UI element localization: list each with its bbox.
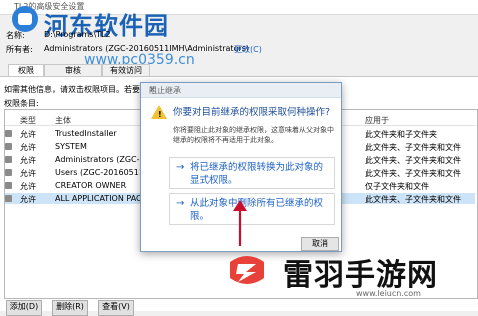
row-type: 允许 <box>20 169 36 178</box>
row-type: 允许 <box>20 156 36 165</box>
row-type: 允许 <box>20 195 36 204</box>
warning-exclamation-icon: ! <box>158 110 162 119</box>
entries-label: 权限条目: <box>4 99 39 108</box>
name-label: 名称: <box>6 31 25 40</box>
row-type: 允许 <box>20 143 36 152</box>
dialog-question: 你要对目前继承的权限采取何种操作? <box>173 107 331 118</box>
row-type: 允许 <box>20 182 36 191</box>
watermark-logo-icon <box>12 6 38 32</box>
brand-logo-icon <box>230 256 264 284</box>
dialog-title-bar: 阻止继承 ✕ <box>141 83 341 98</box>
arrow-right-icon: → <box>176 198 185 209</box>
row-applies-to: 此文件夹、子文件夹和文件 <box>365 169 461 178</box>
add-button[interactable]: 添加(D) <box>6 300 42 316</box>
brand-url: www.leiucn.com <box>356 289 421 298</box>
package-icon <box>5 195 12 202</box>
view-button[interactable]: 查看(V) <box>98 300 134 316</box>
user-icon <box>5 143 12 150</box>
name-value: D:\Programs\TL2 <box>44 30 111 39</box>
row-applies-to: 仅子文件夹和文件 <box>365 182 429 191</box>
row-type: 允许 <box>20 130 36 139</box>
remove-inherited-option[interactable]: → 从此对象中删除所有已继承的权限。 <box>169 193 335 225</box>
close-icon[interactable]: ✕ <box>149 85 337 94</box>
row-principal: CREATOR OWNER <box>55 181 127 190</box>
cancel-button[interactable]: 取消 <box>301 237 339 251</box>
option-label: 从此对象中删除所有已继承的权限。 <box>190 198 324 222</box>
remove-button[interactable]: 删除(R) <box>52 300 88 316</box>
row-applies-to: 此文件夹和子文件夹 <box>365 130 437 139</box>
convert-inherited-option[interactable]: → 将已继承的权限转换为此对象的显式权限。 <box>169 157 335 189</box>
brand-name: 雷羽手游网 <box>283 258 438 293</box>
dialog-description: 你将要阻止此对象的继承权限，这意味着从父对象中继承的权限将不再适用于此对象。 <box>173 126 334 144</box>
row-applies-to: 此文件夹、子文件夹和文件 <box>365 156 461 165</box>
info-text: 如需其他信息，请双击权限项目。若要修改 <box>4 85 156 94</box>
arrow-right-icon: → <box>176 162 185 173</box>
row-applies-to: 此文件夹、子文件夹和文件 <box>365 143 461 152</box>
change-owner-link[interactable]: 更改(C) <box>234 44 262 55</box>
user-icon <box>5 130 12 137</box>
group-icon <box>5 156 12 163</box>
row-principal: SYSTEM <box>55 142 87 151</box>
annotation-arrow-icon <box>233 200 247 246</box>
user-icon <box>5 182 12 189</box>
row-applies-to: 此文件夹、子文件夹和文件 <box>365 195 461 204</box>
row-principal: TrustedInstaller <box>55 129 117 138</box>
group-icon <box>5 169 12 176</box>
owner-label: 所有者: <box>6 45 33 54</box>
option-label: 将已继承的权限转换为此对象的显式权限。 <box>190 162 324 186</box>
